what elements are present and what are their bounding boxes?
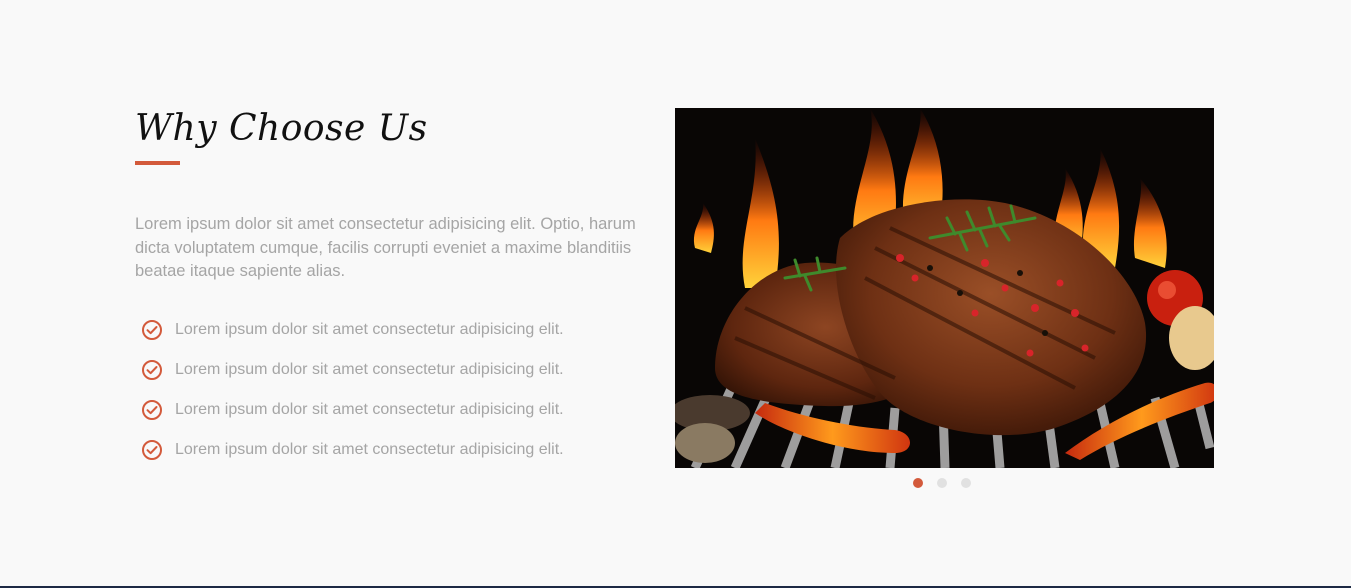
feature-text: Lorem ipsum dolor sit amet consectetur a… xyxy=(175,321,564,338)
grilled-steak-image xyxy=(675,108,1214,468)
feature-item: Lorem ipsum dolor sit amet consectetur a… xyxy=(141,310,564,350)
slider-dot-3[interactable] xyxy=(961,478,971,488)
check-circle-icon xyxy=(141,399,163,421)
check-circle-icon xyxy=(141,319,163,341)
why-choose-us-section: Why Choose Us Lorem ipsum dolor sit amet… xyxy=(0,0,1351,588)
intro-paragraph: Lorem ipsum dolor sit amet consectetur a… xyxy=(135,215,636,280)
feature-text: Lorem ipsum dolor sit amet consectetur a… xyxy=(175,401,564,418)
feature-item: Lorem ipsum dolor sit amet consectetur a… xyxy=(141,430,564,470)
check-circle-icon xyxy=(141,359,163,381)
feature-item: Lorem ipsum dolor sit amet consectetur a… xyxy=(141,350,564,390)
slider-pagination xyxy=(913,478,985,488)
feature-item: Lorem ipsum dolor sit amet consectetur a… xyxy=(141,390,564,430)
title-underline xyxy=(135,161,180,165)
feature-list: Lorem ipsum dolor sit amet consectetur a… xyxy=(141,310,564,470)
slider-dot-1[interactable] xyxy=(913,478,923,488)
slider-dot-2[interactable] xyxy=(937,478,947,488)
check-circle-icon xyxy=(141,439,163,461)
feature-text: Lorem ipsum dolor sit amet consectetur a… xyxy=(175,361,564,378)
image-slider[interactable] xyxy=(675,108,1214,468)
feature-text: Lorem ipsum dolor sit amet consectetur a… xyxy=(175,441,564,458)
section-title: Why Choose Us xyxy=(135,108,428,149)
